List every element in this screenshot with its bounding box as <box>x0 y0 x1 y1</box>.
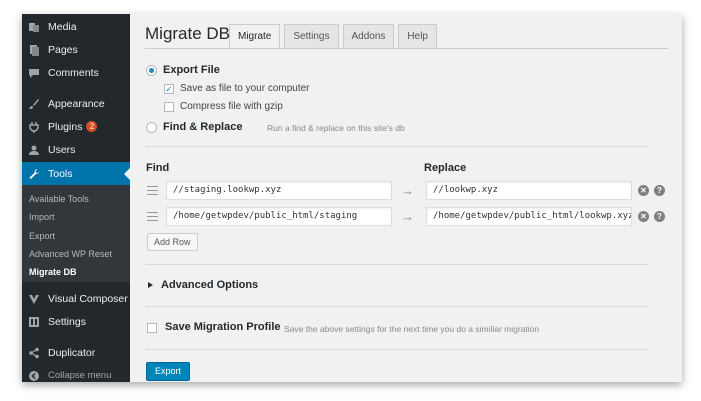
sidebar-item-duplicator[interactable]: Duplicator <box>22 341 130 364</box>
compress-gzip-label: Compress file with gzip <box>180 101 283 112</box>
save-migration-profile-checkbox[interactable] <box>147 323 157 333</box>
tools-submenu: Available Tools Import Export Advanced W… <box>22 185 130 282</box>
sidebar-item-comments[interactable]: Comments <box>22 61 130 84</box>
main-content: Migrate DB Migrate Settings Addons Help … <box>130 14 682 382</box>
submenu-item-import[interactable]: Import <box>29 212 55 222</box>
help-icon[interactable]: ? <box>654 211 665 222</box>
help-icon[interactable]: ? <box>654 185 665 196</box>
submenu-item-export[interactable]: Export <box>29 231 55 241</box>
plugins-update-badge: 2 <box>86 121 98 132</box>
tab-addons[interactable]: Addons <box>342 24 395 48</box>
sidebar-item-settings[interactable]: Settings <box>22 310 130 333</box>
users-icon <box>27 143 41 157</box>
comments-icon <box>27 66 41 80</box>
sidebar-item-tools[interactable]: Tools <box>22 162 130 185</box>
save-migration-profile-label: Save Migration Profile <box>165 321 281 333</box>
sidebar-item-label: Duplicator <box>48 346 96 359</box>
save-as-file-checkbox[interactable]: ✓ <box>164 84 174 94</box>
remove-row-icon[interactable]: ✕ <box>638 211 649 222</box>
drag-handle-icon[interactable] <box>147 212 158 221</box>
sidebar-item-appearance[interactable]: Appearance <box>22 92 130 115</box>
collapse-menu-label: Collapse menu <box>48 370 112 381</box>
page-title: Migrate DB <box>145 24 231 43</box>
advanced-options-toggle[interactable]: Advanced Options <box>161 279 258 291</box>
remove-row-icon[interactable]: ✕ <box>638 185 649 196</box>
sidebar-item-media[interactable]: Media <box>22 15 130 38</box>
tools-icon <box>27 167 41 181</box>
compress-gzip-checkbox[interactable] <box>164 102 174 112</box>
tabs-divider <box>145 48 668 49</box>
settings-icon <box>27 315 41 329</box>
replace-input-row-2[interactable]: /home/getwpdev/public_html/lookwp.xyz <box>426 207 632 226</box>
submenu-item-available-tools[interactable]: Available Tools <box>29 194 89 204</box>
duplicator-icon <box>27 346 41 360</box>
arrow-right-icon: → <box>401 183 414 198</box>
export-button[interactable]: Export <box>146 362 191 381</box>
sidebar-item-label: Pages <box>48 43 78 56</box>
sidebar-item-label: Appearance <box>48 97 105 110</box>
export-file-label: Export File <box>163 64 220 76</box>
save-migration-profile-hint: Save the above settings for the next tim… <box>284 324 540 334</box>
sidebar-item-label: Tools <box>48 167 73 180</box>
save-as-file-label: Save as file to your computer <box>180 83 310 94</box>
expand-triangle-icon[interactable] <box>148 282 153 288</box>
sidebar-item-plugins[interactable]: Plugins 2 <box>22 115 130 138</box>
collapse-icon <box>27 369 41 383</box>
divider <box>145 349 648 350</box>
sidebar-item-label: Settings <box>48 315 86 328</box>
appearance-icon <box>27 97 41 111</box>
app-window: Media Pages Comments Appearance Plugins … <box>22 14 682 382</box>
tab-help[interactable]: Help <box>398 24 437 48</box>
sidebar-item-label: Media <box>48 20 77 33</box>
export-file-radio[interactable] <box>146 65 157 76</box>
media-icon <box>27 20 41 34</box>
tab-bar: Migrate Settings Addons Help <box>229 24 437 48</box>
replace-column-header: Replace <box>424 162 467 174</box>
drag-handle-icon[interactable] <box>147 186 158 195</box>
tab-migrate[interactable]: Migrate <box>229 24 281 48</box>
sidebar-item-label: Comments <box>48 66 99 79</box>
find-replace-hint: Run a find & replace on this site's db <box>267 123 405 133</box>
pages-icon <box>27 43 41 57</box>
sidebar-item-label: Users <box>48 143 76 156</box>
sidebar-item-users[interactable]: Users <box>22 138 130 161</box>
find-input-row-2[interactable]: /home/getwpdev/public_html/staging <box>166 207 392 226</box>
find-replace-label: Find & Replace <box>163 121 243 133</box>
divider <box>145 264 648 265</box>
find-column-header: Find <box>146 162 170 174</box>
tab-settings[interactable]: Settings <box>284 24 339 48</box>
divider <box>145 306 648 307</box>
sidebar-item-label: Visual Composer <box>48 292 128 305</box>
sidebar-item-visual-composer[interactable]: Visual Composer <box>22 287 130 310</box>
divider <box>145 146 648 147</box>
replace-input-row-1[interactable]: //lookwp.xyz <box>426 181 632 200</box>
arrow-right-icon: → <box>401 209 414 224</box>
submenu-item-migrate-db[interactable]: Migrate DB <box>29 267 77 277</box>
find-input-row-1[interactable]: //staging.lookwp.xyz <box>166 181 392 200</box>
sidebar-item-label: Plugins <box>48 120 83 133</box>
sidebar-item-pages[interactable]: Pages <box>22 38 130 61</box>
visual-composer-icon <box>27 292 41 306</box>
plugins-icon <box>27 120 41 134</box>
submenu-item-advanced-wp-reset[interactable]: Advanced WP Reset <box>29 249 112 259</box>
add-row-button[interactable]: Add Row <box>147 233 198 251</box>
collapse-menu-button[interactable]: Collapse menu <box>22 364 130 382</box>
admin-sidebar: Media Pages Comments Appearance Plugins … <box>22 14 130 382</box>
find-replace-radio[interactable] <box>146 122 157 133</box>
